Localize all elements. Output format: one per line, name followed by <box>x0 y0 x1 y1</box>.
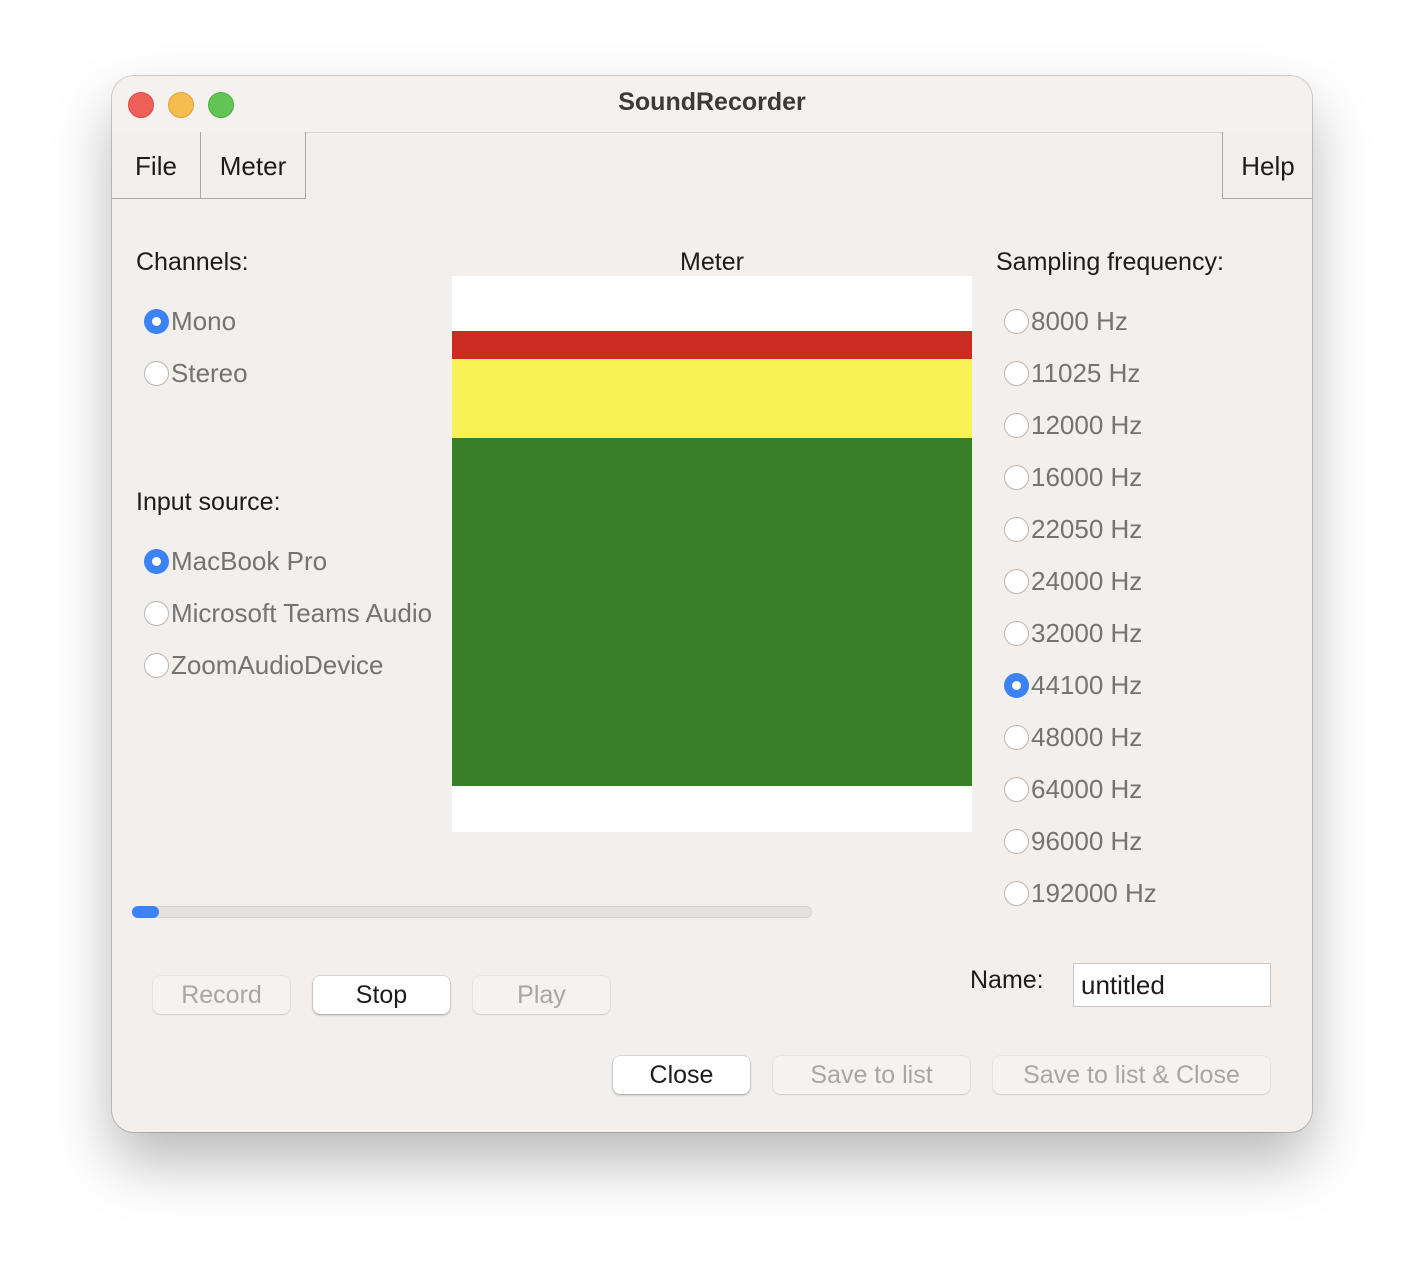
name-label: Name: <box>970 966 1044 994</box>
radio-button[interactable] <box>1004 516 1029 542</box>
sampling-option[interactable]: 11025 Hz <box>1004 356 1140 390</box>
radio-button[interactable] <box>1004 620 1029 646</box>
radio-button[interactable] <box>1004 360 1029 386</box>
radio-label: 11025 Hz <box>1031 357 1141 388</box>
channel-option-stereo[interactable]: Stereo <box>144 356 248 390</box>
radio-label: MacBook Pro <box>171 545 328 576</box>
sampling-frequency-label: Sampling frequency: <box>996 248 1224 276</box>
radio-label: 48000 Hz <box>1031 721 1143 752</box>
sampling-option[interactable]: 16000 Hz <box>1004 460 1142 494</box>
input-option-zoom-audio-device[interactable]: ZoomAudioDevice <box>144 648 383 682</box>
radio-button[interactable] <box>1004 672 1029 698</box>
input-option-macbook-pro[interactable]: MacBook Pro <box>144 544 327 578</box>
radio-button[interactable] <box>1004 464 1029 490</box>
window-title: SoundRecorder <box>618 88 806 116</box>
radio-button[interactable] <box>1004 776 1029 802</box>
save-to-list-button[interactable]: Save to list <box>773 1056 970 1094</box>
sampling-option[interactable]: 24000 Hz <box>1004 564 1142 598</box>
radio-label: Stereo <box>171 357 248 388</box>
sampling-option[interactable]: 44100 Hz <box>1004 668 1142 702</box>
menu-help[interactable]: Help <box>1222 132 1312 199</box>
radio-label: 192000 Hz <box>1031 877 1157 908</box>
radio-label: Microsoft Teams Audio <box>171 597 433 628</box>
sampling-option[interactable]: 32000 Hz <box>1004 616 1142 650</box>
radio-button[interactable] <box>1004 308 1029 334</box>
sampling-option[interactable]: 12000 Hz <box>1004 408 1142 442</box>
meter-yellow-band <box>452 359 972 438</box>
radio-label: 12000 Hz <box>1031 409 1143 440</box>
radio-button[interactable] <box>144 308 169 334</box>
name-input[interactable] <box>1073 963 1271 1007</box>
radio-button[interactable] <box>1004 412 1029 438</box>
radio-label: 16000 Hz <box>1031 461 1143 492</box>
sampling-option[interactable]: 8000 Hz <box>1004 304 1128 338</box>
radio-button[interactable] <box>1004 880 1029 906</box>
recording-progress-bar <box>132 906 812 918</box>
level-meter <box>452 276 972 832</box>
radio-button[interactable] <box>144 548 169 574</box>
menu-file[interactable]: File <box>112 132 201 199</box>
radio-button[interactable] <box>1004 724 1029 750</box>
sampling-option[interactable]: 96000 Hz <box>1004 824 1142 858</box>
save-to-list-and-close-button[interactable]: Save to list & Close <box>993 1056 1270 1094</box>
title-bar: SoundRecorder <box>112 76 1312 133</box>
channel-option-mono[interactable]: Mono <box>144 304 236 338</box>
meter-red-band <box>452 331 972 359</box>
stop-button[interactable]: Stop <box>313 976 450 1014</box>
sound-recorder-window: SoundRecorder File Meter Help Channels: … <box>112 76 1312 1132</box>
play-button[interactable]: Play <box>473 976 610 1014</box>
menu-meter[interactable]: Meter <box>200 132 306 199</box>
sampling-option[interactable]: 64000 Hz <box>1004 772 1142 806</box>
sampling-option[interactable]: 22050 Hz <box>1004 512 1142 546</box>
progress-fill <box>132 906 160 918</box>
radio-label: Mono <box>171 305 237 336</box>
radio-label: 96000 Hz <box>1031 825 1143 856</box>
radio-button[interactable] <box>144 652 169 678</box>
channels-label: Channels: <box>136 248 249 276</box>
radio-label: 22050 Hz <box>1031 513 1143 544</box>
close-button[interactable]: Close <box>613 1056 750 1094</box>
input-option-microsoft-teams-audio[interactable]: Microsoft Teams Audio <box>144 596 432 630</box>
radio-label: 64000 Hz <box>1031 773 1143 804</box>
meter-title: Meter <box>680 248 744 276</box>
input-source-label: Input source: <box>136 488 281 516</box>
sampling-option[interactable]: 192000 Hz <box>1004 876 1157 910</box>
meter-green-band <box>452 438 972 786</box>
record-button[interactable]: Record <box>153 976 290 1014</box>
radio-button[interactable] <box>144 360 169 386</box>
radio-label: 44100 Hz <box>1031 669 1143 700</box>
sampling-option[interactable]: 48000 Hz <box>1004 720 1142 754</box>
radio-button[interactable] <box>1004 568 1029 594</box>
radio-label: 8000 Hz <box>1031 305 1128 336</box>
radio-label: 24000 Hz <box>1031 565 1143 596</box>
radio-label: 32000 Hz <box>1031 617 1143 648</box>
radio-button[interactable] <box>1004 828 1029 854</box>
radio-button[interactable] <box>144 600 169 626</box>
radio-label: ZoomAudioDevice <box>171 649 384 680</box>
